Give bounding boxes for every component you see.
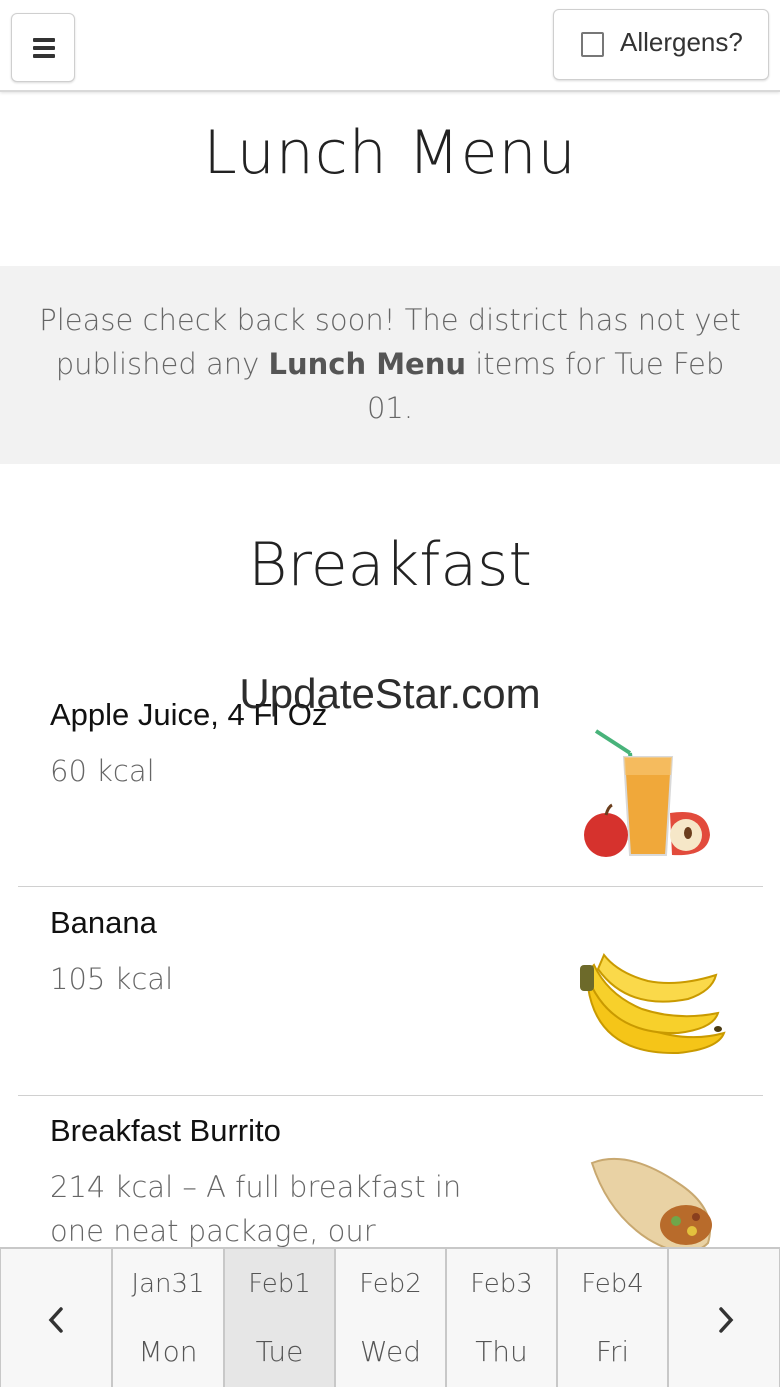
item-description: 60 kcal bbox=[50, 754, 155, 788]
day-tab-feb3[interactable]: Feb3 Thu bbox=[446, 1248, 557, 1387]
section-title: Breakfast bbox=[248, 530, 532, 600]
apple-juice-image bbox=[584, 729, 710, 857]
notice-text: Please check back soon! The district has… bbox=[39, 303, 741, 425]
chevron-right-icon bbox=[719, 1307, 734, 1333]
item-description: 214 kcal – A full breakfast in one neat … bbox=[50, 1170, 462, 1248]
day-tab-feb1[interactable]: Feb1 Tue bbox=[224, 1248, 335, 1387]
item-name: Apple Juice, 4 Fl Oz bbox=[50, 697, 328, 732]
day-tab-feb4[interactable]: Feb4 Fri bbox=[557, 1248, 668, 1387]
menu-notice: Please check back soon! The district has… bbox=[0, 266, 780, 464]
allergens-label: Allergens? bbox=[620, 27, 743, 57]
day-date: Feb3 bbox=[470, 1269, 533, 1299]
menu-item[interactable]: Banana 105 kcal bbox=[18, 905, 763, 1096]
notice-menu-name: Lunch Menu bbox=[268, 347, 467, 381]
item-description: 105 kcal bbox=[50, 962, 174, 996]
prev-week-button[interactable] bbox=[0, 1248, 112, 1387]
chevron-left-icon bbox=[48, 1307, 63, 1333]
item-name: Breakfast Burrito bbox=[50, 1113, 281, 1148]
item-name: Banana bbox=[50, 905, 157, 940]
day-name: Wed bbox=[359, 1335, 422, 1368]
allergens-checkbox[interactable] bbox=[581, 32, 604, 57]
allergens-toggle[interactable]: Allergens? bbox=[553, 9, 769, 80]
day-selector: Jan31 Mon Feb1 Tue Feb2 Wed Feb3 Thu Feb… bbox=[0, 1247, 780, 1387]
banana-image bbox=[580, 953, 726, 1055]
page-title: Lunch Menu bbox=[203, 118, 577, 188]
day-name: Thu bbox=[475, 1335, 528, 1368]
day-tab-feb2[interactable]: Feb2 Wed bbox=[335, 1248, 446, 1387]
menu-button[interactable] bbox=[11, 13, 75, 82]
day-date: Feb2 bbox=[359, 1269, 422, 1299]
day-date: Feb1 bbox=[248, 1269, 311, 1299]
top-bar: Allergens? bbox=[0, 0, 780, 92]
day-tab-jan31[interactable]: Jan31 Mon bbox=[112, 1248, 224, 1387]
menu-item[interactable]: Apple Juice, 4 Fl Oz 60 kcal bbox=[18, 697, 763, 887]
menu-item[interactable]: Breakfast Burrito 214 kcal – A full brea… bbox=[18, 1113, 763, 1254]
next-week-button[interactable] bbox=[668, 1248, 780, 1387]
day-name: Tue bbox=[255, 1335, 304, 1368]
day-name: Fri bbox=[595, 1335, 630, 1368]
day-date: Feb4 bbox=[581, 1269, 644, 1299]
day-name: Mon bbox=[138, 1335, 198, 1368]
day-date: Jan31 bbox=[131, 1269, 205, 1299]
